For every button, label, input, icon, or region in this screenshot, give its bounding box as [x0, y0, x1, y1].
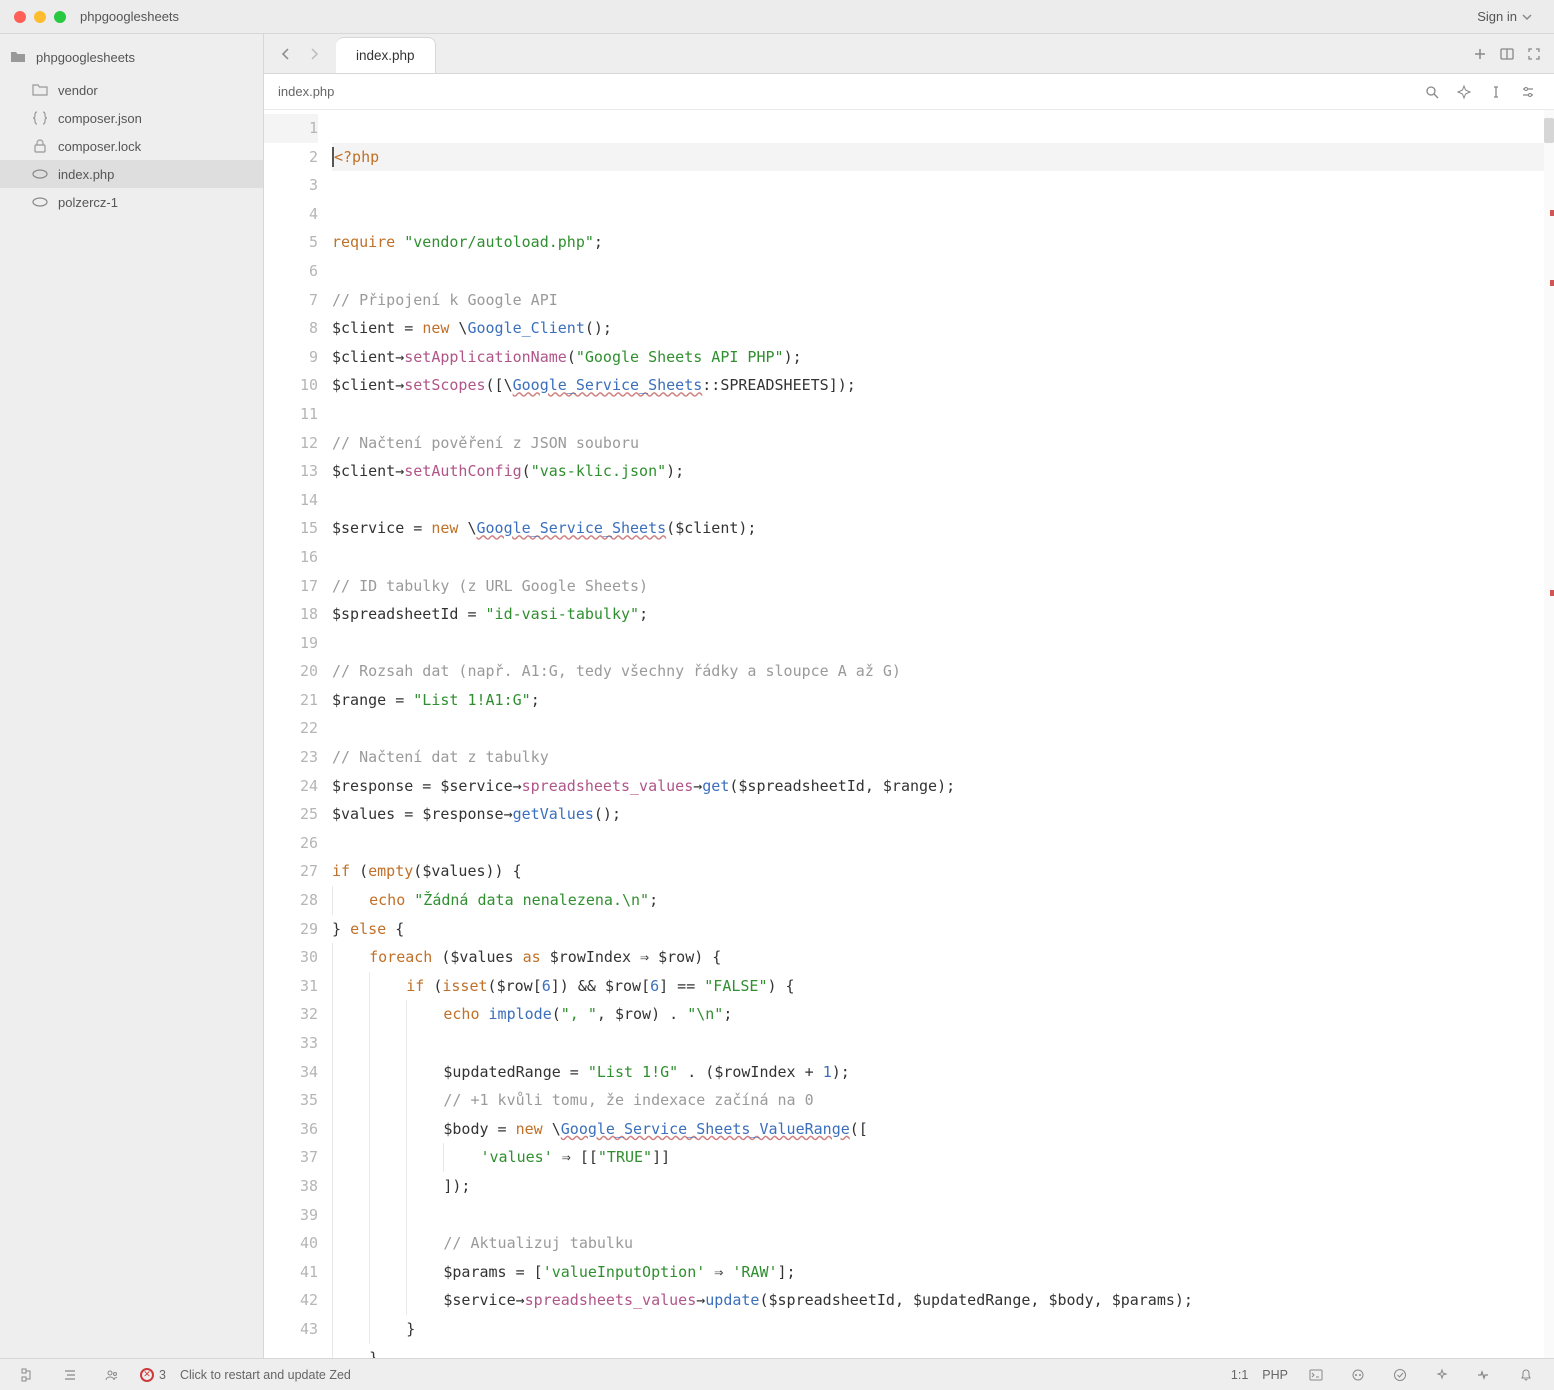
json-file-icon: [32, 110, 48, 126]
tree-icon: [21, 1368, 35, 1382]
split-pane-button[interactable]: [1495, 42, 1519, 66]
window-maximize-button[interactable]: [54, 11, 66, 23]
sparkle-icon: [1435, 1368, 1449, 1382]
folder-icon: [32, 82, 48, 98]
breadcrumb-bar: index.php: [264, 74, 1554, 110]
cursor-position[interactable]: 1:1: [1231, 1368, 1248, 1382]
diagnostics-button[interactable]: [1386, 1361, 1414, 1389]
php-file-icon: [32, 194, 48, 210]
sign-in-label: Sign in: [1477, 9, 1517, 24]
plus-icon: [1473, 47, 1487, 61]
people-icon: [105, 1368, 119, 1382]
minimap[interactable]: [1544, 110, 1554, 1358]
tree-file-composer-json[interactable]: composer.json: [0, 104, 263, 132]
tree-item-label: index.php: [58, 167, 114, 182]
bell-icon: [1519, 1368, 1533, 1382]
sparkle-icon: [1457, 85, 1471, 99]
arrow-left-icon: [279, 47, 293, 61]
tree-file-polzercz[interactable]: polzercz-1: [0, 188, 263, 216]
pulse-icon: [1477, 1368, 1491, 1382]
project-header[interactable]: phpgooglesheets: [0, 40, 263, 74]
nav-forward-button[interactable]: [300, 40, 328, 68]
window-title: phpgooglesheets: [80, 9, 179, 24]
folder-icon: [10, 49, 26, 65]
tree-item-label: vendor: [58, 83, 98, 98]
chevron-down-icon: [1522, 12, 1532, 22]
nav-back-button[interactable]: [272, 40, 300, 68]
project-panel-button[interactable]: [14, 1361, 42, 1389]
code-content[interactable]: <?php require "vendor/autoload.php"; // …: [332, 110, 1554, 1358]
sign-in-button[interactable]: Sign in: [1469, 5, 1540, 28]
text-cursor-icon: [1489, 85, 1503, 99]
window-minimize-button[interactable]: [34, 11, 46, 23]
notifications-button[interactable]: [1512, 1361, 1540, 1389]
tab-label: index.php: [356, 48, 415, 63]
error-count-button[interactable]: ✕ 3: [140, 1368, 166, 1382]
collab-button[interactable]: [98, 1361, 126, 1389]
php-file-icon: [32, 166, 48, 182]
expand-icon: [1527, 47, 1541, 61]
tree-file-composer-lock[interactable]: composer.lock: [0, 132, 263, 160]
file-tree: vendor composer.json composer.lock index…: [0, 74, 263, 218]
language-mode[interactable]: PHP: [1262, 1368, 1288, 1382]
update-message[interactable]: Click to restart and update Zed: [180, 1368, 351, 1382]
lock-file-icon: [32, 138, 48, 154]
search-button[interactable]: [1420, 80, 1444, 104]
tree-file-index-php[interactable]: index.php: [0, 160, 263, 188]
search-icon: [1425, 85, 1439, 99]
tree-folder-vendor[interactable]: vendor: [0, 76, 263, 104]
tree-item-label: polzercz-1: [58, 195, 118, 210]
activity-button[interactable]: [1470, 1361, 1498, 1389]
error-count: 3: [159, 1368, 166, 1382]
line-gutter: 1234567891011121314151617181920212223242…: [264, 110, 332, 1358]
terminal-icon: [1309, 1368, 1323, 1382]
copilot-icon: [1351, 1368, 1365, 1382]
arrow-right-icon: [307, 47, 321, 61]
tab-index-php[interactable]: index.php: [336, 37, 436, 73]
window-close-button[interactable]: [14, 11, 26, 23]
sidebar: phpgooglesheets vendor composer.json com…: [0, 34, 264, 1358]
project-name: phpgooglesheets: [36, 50, 135, 65]
titlebar: phpgooglesheets Sign in: [0, 0, 1554, 34]
terminal-button[interactable]: [1302, 1361, 1330, 1389]
sliders-icon: [1521, 85, 1535, 99]
tree-item-label: composer.json: [58, 111, 142, 126]
cursor-button[interactable]: [1484, 80, 1508, 104]
status-bar: ✕ 3 Click to restart and update Zed 1:1 …: [0, 1358, 1554, 1390]
tab-bar: index.php: [264, 34, 1554, 74]
copilot-button[interactable]: [1344, 1361, 1372, 1389]
breadcrumb-path[interactable]: index.php: [278, 84, 334, 99]
feedback-button[interactable]: [1428, 1361, 1456, 1389]
list-icon: [63, 1368, 77, 1382]
code-editor[interactable]: 1234567891011121314151617181920212223242…: [264, 110, 1554, 1358]
split-icon: [1500, 47, 1514, 61]
outline-button[interactable]: [56, 1361, 84, 1389]
new-tab-button[interactable]: [1468, 42, 1492, 66]
fullscreen-button[interactable]: [1522, 42, 1546, 66]
error-icon: ✕: [140, 1368, 154, 1382]
tree-item-label: composer.lock: [58, 139, 141, 154]
check-icon: [1393, 1368, 1407, 1382]
settings-button[interactable]: [1516, 80, 1540, 104]
assistant-button[interactable]: [1452, 80, 1476, 104]
